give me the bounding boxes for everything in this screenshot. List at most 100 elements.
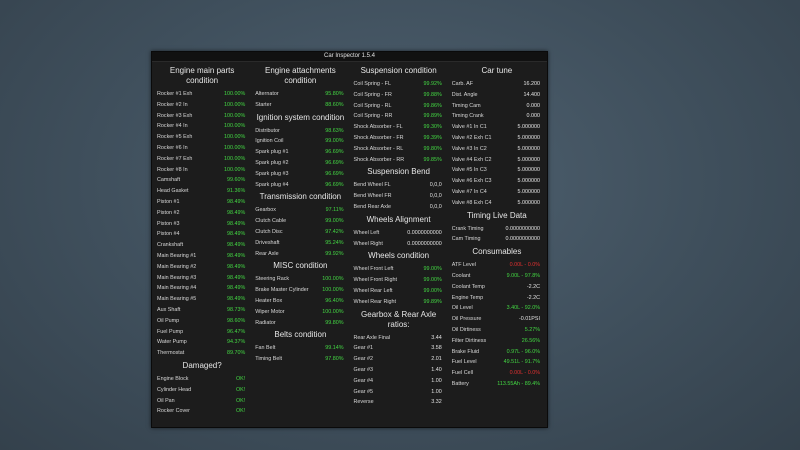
belts-section: Belts condition Fan Belt 99.14% Timing Belt…: [254, 330, 346, 365]
stat-label: Timing Crank: [451, 113, 484, 120]
stat-value: 96.47%: [226, 328, 246, 335]
stat-value: 3.32: [431, 399, 442, 406]
stat-row: Bend Wheel FL 0,0,0: [353, 180, 445, 191]
stat-value: 96.69%: [325, 159, 344, 166]
stat-row: Main Bearing #4 98.49%: [156, 283, 248, 294]
stat-row: Coolant Temp -2.2C: [451, 282, 543, 293]
stat-label: Rocker #4 In: [157, 123, 188, 130]
stat-value: 5.27%: [524, 326, 540, 333]
stat-label: Bend Rear Axle: [353, 203, 391, 210]
stat-row: Fuel Cell 0.00L - 0.0%: [451, 368, 543, 379]
stat-label: Coolant: [451, 272, 471, 279]
stat-row: Wheel Right 0.0000000000: [353, 239, 445, 250]
stat-label: Valve #7 In C4: [451, 188, 487, 195]
stat-label: Fuel Level: [451, 359, 477, 366]
stat-value: 91.36%: [226, 188, 246, 195]
section-title: MISC condition: [273, 261, 328, 271]
stat-row: Main Bearing #5 98.49%: [156, 294, 248, 305]
stat-label: Shock Absorber - FL: [353, 124, 403, 131]
stat-label: Bend Wheel FR: [353, 193, 392, 200]
timing-live-data-section: Timing Live Data Crank Timing 0.0000000000…: [451, 211, 543, 246]
stat-row: Rocker #2 In 100.00%: [156, 100, 248, 111]
column-4: Car tune Carb. AF 16.200 Dist. Angle 14.400 T…: [451, 64, 543, 425]
stat-label: Spark plug #1: [255, 149, 289, 156]
stat-row: Fuel Pump 96.47%: [156, 327, 248, 338]
stat-value: 100.00%: [223, 144, 246, 151]
stat-row: Valve #4 Exh C2 5.000000: [451, 155, 543, 166]
stat-row: Valve #1 In C1 5.000000: [451, 122, 543, 133]
stat-value: 99.89%: [423, 298, 442, 305]
stat-label: Radiator: [255, 319, 276, 326]
stat-value: 99.00%: [423, 266, 442, 273]
stat-label: Crankshaft: [157, 242, 184, 249]
stat-value: 14.400: [523, 91, 541, 98]
stat-value: 99.89%: [423, 113, 442, 120]
stat-row: Main Bearing #3 98.49%: [156, 273, 248, 284]
stat-row: Steering Rack 100.00%: [254, 274, 346, 285]
stat-value: 5.000000: [517, 178, 540, 185]
damaged-section: Damaged? Engine Block OK! Cylinder Head OK! O…: [156, 361, 248, 417]
stat-label: Wheel Left: [353, 229, 380, 236]
stat-value: OK!: [235, 386, 246, 393]
stat-row: Wheel Front Right 99.00%: [353, 275, 445, 286]
section-title: Gearbox & Rear Axle ratios:: [361, 309, 437, 329]
stat-value: 88.60%: [325, 101, 344, 108]
stat-value: 26.56%: [521, 337, 540, 344]
stat-row: Ignition Coil 99.00%: [254, 136, 346, 147]
stat-label: Wheel Rear Right: [353, 298, 397, 305]
stat-value: 97.11%: [325, 207, 344, 214]
window-title: Car Inspector 1.5.4: [152, 52, 547, 62]
stat-label: Valve #2 Exh C1: [451, 134, 492, 141]
stat-label: Driveshaft: [255, 239, 280, 246]
stat-label: Brake Fluid: [451, 348, 480, 355]
stat-row: Aux Shaft 98.73%: [156, 305, 248, 316]
stat-label: Carb. AF: [451, 81, 474, 87]
stat-label: Main Bearing #3: [157, 274, 197, 281]
stat-label: Valve #3 In C2: [451, 145, 487, 152]
engine-attachments-section: Engine attachments condition Alternator 95…: [254, 66, 346, 111]
stat-label: Rocker #7 Exh: [157, 155, 193, 162]
stat-row: Timing Cam 0.000: [451, 101, 543, 112]
stat-row: Piston #2 98.49%: [156, 208, 248, 219]
stat-value: 99.88%: [423, 91, 442, 98]
stat-value: OK!: [235, 375, 246, 382]
stat-row: Oil Pump 98.60%: [156, 316, 248, 327]
stat-label: Fuel Pump: [157, 328, 184, 335]
section-title: Suspension Bend: [367, 167, 430, 177]
stat-value: 49.51L - 91.7%: [503, 359, 540, 366]
stat-label: Timing Belt: [255, 356, 283, 363]
stat-label: Aux Shaft: [157, 306, 181, 313]
stat-label: Gear #1: [353, 345, 373, 352]
stat-label: Wheel Front Left: [353, 266, 394, 273]
stat-label: Wheel Front Right: [353, 277, 397, 284]
stat-value: 99.92%: [325, 250, 344, 257]
stat-value: 2.01: [431, 356, 442, 363]
stat-value: 0.00L - 0.0%: [509, 370, 540, 377]
stat-row: Shock Absorber - FL 99.30%: [353, 122, 445, 133]
car-inspector-window: Car Inspector 1.5.4 Engine main parts co…: [151, 51, 548, 428]
stat-label: Piston #2: [157, 209, 180, 216]
stat-row: Cylinder Head OK!: [156, 385, 248, 396]
stat-row: Bend Wheel FR 0,0,0: [353, 191, 445, 202]
stat-row: Wheel Front Left 99.00%: [353, 264, 445, 275]
stat-label: Gear #2: [353, 356, 373, 363]
stat-value: 99.00%: [423, 277, 442, 284]
wheels-alignment-section: Wheels Alignment Wheel Left 0.0000000000 Wh…: [353, 215, 445, 250]
stat-row: Valve #6 Exh C3 5.000000: [451, 176, 543, 187]
stat-value: 98.49%: [226, 285, 246, 292]
stat-value: 96.69%: [325, 170, 344, 177]
wheels-condition-section: Wheels condition Wheel Front Left 99.00% Wh…: [353, 251, 445, 307]
stat-label: Gear #3: [353, 366, 373, 373]
stat-label: Battery: [451, 380, 469, 387]
stat-row: Oil Pan OK!: [156, 396, 248, 407]
stat-row: Oil Pressure -0.01PSI: [451, 314, 543, 325]
stat-row: Coil Spring - FR 99.88%: [353, 90, 445, 101]
section-title: Belts condition: [274, 330, 327, 340]
stat-row: Camshaft 99.60%: [156, 175, 248, 186]
stat-label: Shock Absorber - FR: [353, 134, 404, 141]
stat-value: 5.000000: [517, 167, 540, 174]
stat-value: 1.40: [431, 366, 442, 373]
stat-label: Coil Spring - RL: [353, 102, 392, 109]
stat-row: Valve #7 In C4 5.000000: [451, 187, 543, 198]
stat-row: Distributor 98.63%: [254, 126, 346, 137]
